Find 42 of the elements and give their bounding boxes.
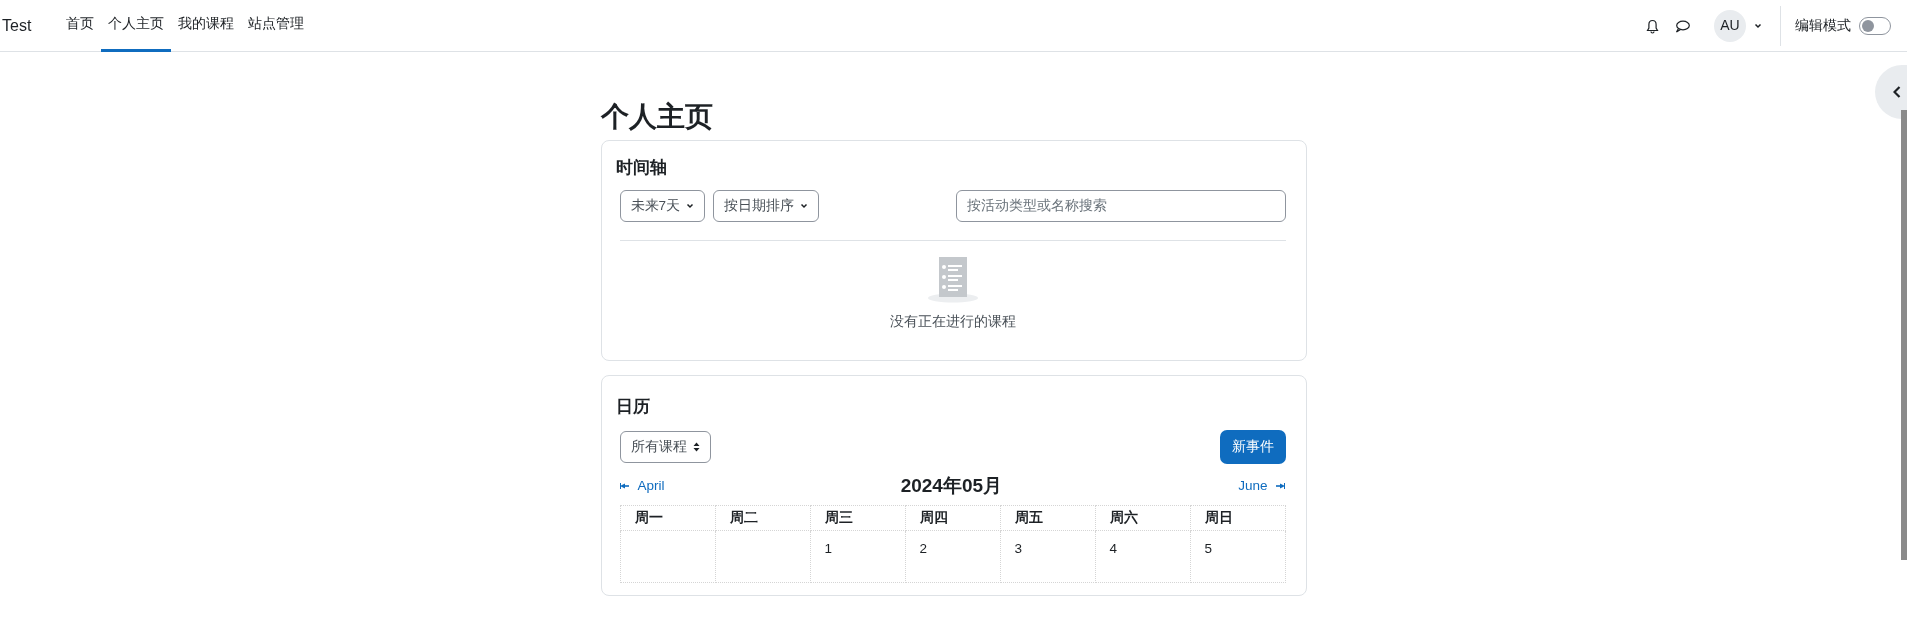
- weekday-header: 周六: [1095, 505, 1190, 531]
- previous-month-link[interactable]: April: [619, 476, 665, 497]
- calendar-day-cell[interactable]: 3: [1000, 530, 1095, 583]
- weekday-header: 周一: [620, 505, 715, 531]
- weekday-header: 周二: [715, 505, 810, 531]
- sort-arrows-icon: [692, 441, 700, 452]
- chevron-left-icon: [1893, 86, 1901, 98]
- filter-dropdown[interactable]: 按日期排序: [713, 190, 819, 223]
- weekday-header: 周五: [1000, 505, 1095, 531]
- weekday-header: 周日: [1190, 505, 1285, 531]
- search-field[interactable]: 按活动类型或名称搜索: [955, 190, 1286, 223]
- caret-icon: [1754, 22, 1762, 29]
- caret-icon: [686, 203, 694, 210]
- calendar-day-cell[interactable]: 5: [1190, 530, 1285, 583]
- card-title: 时间轴: [615, 156, 668, 179]
- calendar-day-cell[interactable]: 1: [810, 530, 905, 583]
- next-month-link[interactable]: June: [1238, 476, 1286, 497]
- nav-link[interactable]: 个人主页: [101, 0, 172, 52]
- calendar-day-cell[interactable]: 4: [1095, 530, 1190, 583]
- caret-icon: [800, 203, 808, 210]
- empty-list-illustration: [926, 257, 979, 304]
- course-select[interactable]: 所有课程: [619, 430, 711, 464]
- edit-mode-label: 编辑模式: [1795, 16, 1851, 35]
- empty-message: 没有正在进行的课程: [889, 312, 1016, 332]
- calendar-day-cell[interactable]: 2: [905, 530, 1000, 583]
- month-title: 2024年05月: [900, 474, 1003, 499]
- weekday-header: 周三: [810, 505, 905, 531]
- page-title: 个人主页: [600, 100, 714, 134]
- site-name[interactable]: Test: [2, 13, 32, 38]
- nav-link[interactable]: 我的课程: [171, 0, 242, 52]
- card-title: 日历: [615, 396, 651, 419]
- bell-icon: [1646, 18, 1659, 34]
- scrollbar-thumb[interactable]: [1901, 110, 1907, 560]
- new-event-button[interactable]: 新事件: [1219, 429, 1286, 465]
- weekday-header: 周四: [905, 505, 1000, 531]
- speech-bubble-icon: [1675, 19, 1690, 33]
- arrow-right-icon: [1275, 483, 1286, 490]
- nav-link[interactable]: 首页: [59, 0, 102, 52]
- drawer-toggle-button[interactable]: [1875, 65, 1907, 119]
- filter-dropdown[interactable]: 未来7天: [619, 190, 705, 223]
- arrow-left-icon: [619, 483, 630, 490]
- nav-link[interactable]: 站点管理: [241, 0, 312, 52]
